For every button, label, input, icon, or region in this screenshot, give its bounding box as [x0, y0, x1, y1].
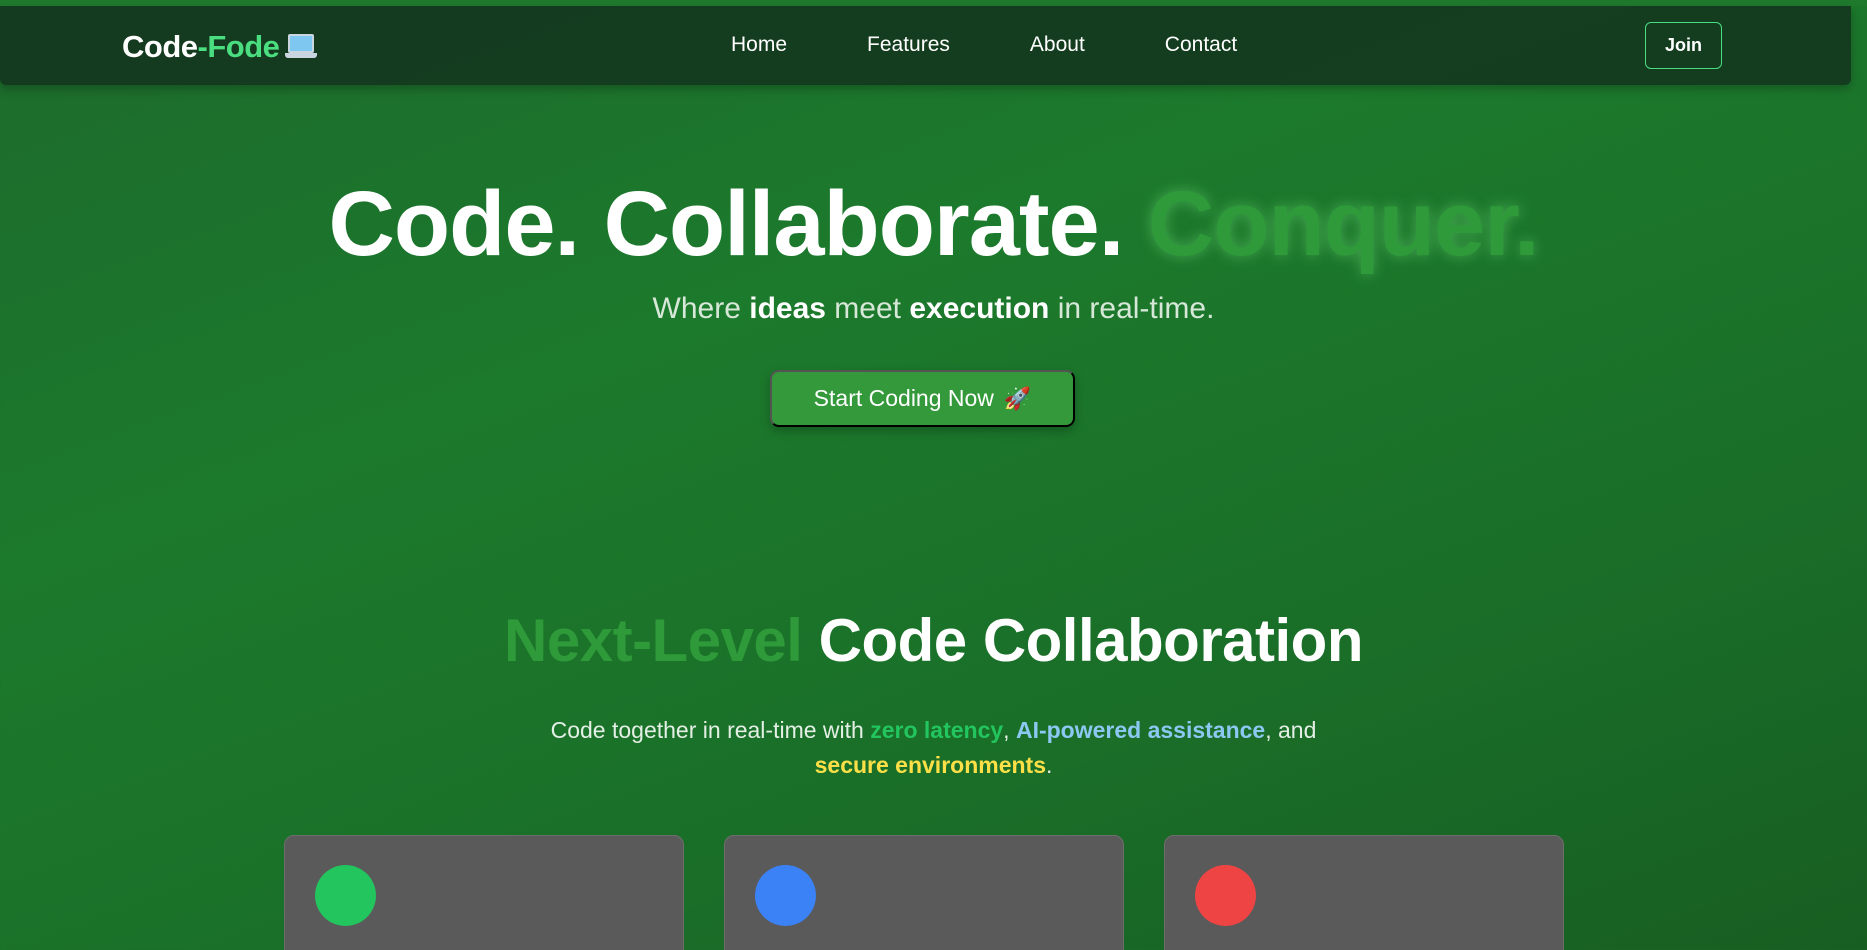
desc-period: . [1045, 752, 1053, 778]
rocket-icon: 🚀 [1003, 385, 1032, 411]
desc-zero-latency: zero latency [870, 717, 1004, 743]
laptop-icon [285, 34, 318, 60]
hero-sub-execution: execution [909, 292, 1050, 325]
brand-name-part2: -Fode [197, 29, 280, 64]
card-dot-red [1195, 865, 1256, 926]
hero-title: Code. Collaborate. Conquer. [0, 172, 1867, 277]
section-description: Code together in real-time with zero lat… [0, 713, 1867, 783]
cta-label: Start Coding Now [813, 385, 994, 411]
desc-secure-environments: secure environments [814, 752, 1046, 778]
start-coding-button[interactable]: Start Coding Now 🚀 [770, 370, 1075, 427]
desc-comma: , [1003, 717, 1016, 743]
section-title: Next-Level Code Collaboration [0, 606, 1867, 675]
navbar: Code -Fode Home Features About Contact Jo… [0, 6, 1851, 85]
section-title-muted: Next-Level [504, 607, 803, 674]
nav-link-home[interactable]: Home [731, 33, 787, 57]
brand-name-part1: Code [122, 29, 198, 64]
nav-link-contact[interactable]: Contact [1165, 33, 1237, 57]
desc-and: , and [1265, 717, 1317, 743]
feature-card-1[interactable] [284, 835, 684, 950]
card-dot-green [315, 865, 376, 926]
feature-card-3[interactable] [1164, 835, 1564, 950]
hero-sub-where: Where [652, 292, 750, 325]
nav-link-about[interactable]: About [1030, 33, 1085, 57]
hero-title-main: Code. Collaborate. [328, 173, 1148, 275]
feature-card-2[interactable] [724, 835, 1124, 950]
card-dot-blue [755, 865, 816, 926]
nav-link-features[interactable]: Features [867, 33, 950, 57]
nav-links: Home Features About Contact [731, 33, 1317, 57]
desc-ai-assistance: AI-powered assistance [1015, 717, 1266, 743]
hero-sub-ideas: ideas [749, 292, 826, 325]
section-title-main: Code Collaboration [802, 607, 1364, 674]
hero-sub-end: in real-time. [1049, 292, 1215, 325]
hero-sub-meet: meet [825, 292, 910, 325]
hero-subtitle: Where ideas meet execution in real-time. [0, 292, 1867, 326]
hero-title-glow: Conquer. [1147, 173, 1540, 275]
desc-start: Code together in real-time with [550, 717, 871, 743]
join-button[interactable]: Join [1645, 22, 1722, 69]
brand-logo[interactable]: Code -Fode [122, 29, 318, 65]
